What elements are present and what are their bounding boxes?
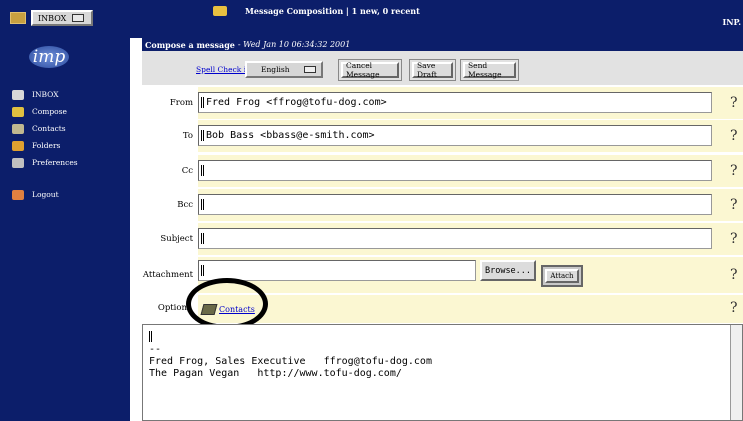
hand-drawn-circle-annotation xyxy=(186,278,268,330)
to-field[interactable]: Bob Bass <bbass@e-smith.com> xyxy=(198,125,712,146)
corner-label: INP. xyxy=(722,17,741,27)
cancel-message-button[interactable]: Cancel Message xyxy=(341,61,399,79)
bcc-field[interactable] xyxy=(198,194,712,215)
sidebar-item-contacts[interactable]: Contacts xyxy=(12,120,78,137)
folder-icon xyxy=(12,140,24,151)
help-icon[interactable]: ? xyxy=(730,231,738,247)
folder-selector[interactable]: INBOX xyxy=(10,10,93,26)
attachment-field[interactable] xyxy=(198,260,476,281)
attachment-label: Attachment xyxy=(142,270,193,280)
language-select[interactable]: English xyxy=(245,61,323,78)
sidebar-item-label: Compose xyxy=(32,107,67,116)
subject-label: Subject xyxy=(160,234,193,244)
compose-header: Compose a message - Wed Jan 10 06:34:32 … xyxy=(142,38,743,51)
sidebar-item-label: Logout xyxy=(32,190,59,199)
sidebar-nav: INBOX Compose Contacts Folders Preferenc… xyxy=(12,86,78,203)
dropdown-arrow-icon xyxy=(72,14,85,22)
page-title-area: Message Composition | 1 new, 0 recent xyxy=(213,6,420,16)
help-icon[interactable]: ? xyxy=(730,267,738,283)
from-field[interactable]: Fred Frog <ffrog@tofu-dog.com> xyxy=(198,92,712,113)
signature-separator: -- xyxy=(149,343,162,355)
compose-panel: Compose a message - Wed Jan 10 06:34:32 … xyxy=(142,38,743,421)
sidebar-item-preferences[interactable]: Preferences xyxy=(12,154,78,171)
sidebar-item-label: Folders xyxy=(32,141,61,150)
language-label: English xyxy=(261,65,290,74)
to-label: To xyxy=(182,131,193,141)
signature-line: Fred Frog, Sales Executive ffrog@tofu-do… xyxy=(149,355,432,367)
sidebar-item-inbox[interactable]: INBOX xyxy=(12,86,78,103)
cc-row: Cc ? xyxy=(142,155,743,187)
from-label: From xyxy=(169,98,193,108)
options-label: Option xyxy=(157,303,187,313)
dropdown-arrow-icon xyxy=(303,66,316,73)
attach-button-frame: Attach xyxy=(541,265,583,287)
house-icon xyxy=(12,89,24,100)
message-body[interactable]: -- Fred Frog, Sales Executive ffrog@tofu… xyxy=(142,324,743,421)
save-draft-button[interactable]: Save Draft xyxy=(412,61,453,79)
sidebar-item-logout[interactable]: Logout xyxy=(12,186,78,203)
help-icon[interactable]: ? xyxy=(730,163,738,179)
help-icon[interactable]: ? xyxy=(730,128,738,144)
sidebar-item-label: Contacts xyxy=(32,124,66,133)
from-row: From Fred Frog <ffrog@tofu-dog.com> ? xyxy=(142,87,743,119)
folder-icon xyxy=(10,12,26,24)
body-scrollbar[interactable] xyxy=(730,325,742,420)
pencil-icon xyxy=(12,106,24,117)
imp-logo: imp xyxy=(29,46,69,68)
browse-button[interactable]: Browse... xyxy=(480,260,536,281)
sidebar: imp INBOX Compose Contacts Folders Prefe… xyxy=(0,38,130,421)
sidebar-item-label: Preferences xyxy=(32,158,78,167)
compose-heading: Compose a message xyxy=(145,39,235,50)
logout-icon xyxy=(12,189,24,200)
compose-toolbar: Spell Check in English Cancel Message Sa… xyxy=(142,51,743,85)
send-message-button[interactable]: Send Message xyxy=(463,61,516,79)
folder-dropdown[interactable]: INBOX xyxy=(31,10,93,26)
page-title: Message Composition | 1 new, 0 recent xyxy=(245,6,420,16)
attach-button[interactable]: Attach xyxy=(545,269,579,283)
folder-dropdown-label: INBOX xyxy=(38,13,67,23)
help-icon[interactable]: ? xyxy=(730,197,738,213)
bcc-row: Bcc ? xyxy=(142,189,743,221)
help-icon[interactable]: ? xyxy=(730,300,738,316)
cancel-button-frame: Cancel Message xyxy=(338,59,402,81)
subject-field[interactable] xyxy=(198,228,712,249)
send-button-frame: Send Message xyxy=(460,59,519,81)
cc-label: Cc xyxy=(181,166,193,176)
book-icon xyxy=(12,123,24,134)
cc-field[interactable] xyxy=(198,160,712,181)
bcc-label: Bcc xyxy=(177,200,193,210)
compose-icon xyxy=(213,6,227,16)
to-row: To Bob Bass <bbass@e-smith.com> ? xyxy=(142,120,743,152)
save-draft-button-frame: Save Draft xyxy=(409,59,456,81)
signature-line: The Pagan Vegan http://www.tofu-dog.com/ xyxy=(149,367,402,379)
sidebar-item-compose[interactable]: Compose xyxy=(12,103,78,120)
top-bar: INBOX Message Composition | 1 new, 0 rec… xyxy=(0,0,743,38)
tools-icon xyxy=(12,157,24,168)
subject-row: Subject ? xyxy=(142,223,743,255)
compose-date: - Wed Jan 10 06:34:32 2001 xyxy=(237,40,351,49)
sidebar-item-label: INBOX xyxy=(32,90,59,99)
sidebar-item-folders[interactable]: Folders xyxy=(12,137,78,154)
help-icon[interactable]: ? xyxy=(730,95,738,111)
spell-check-link[interactable]: Spell Check in xyxy=(196,65,251,74)
